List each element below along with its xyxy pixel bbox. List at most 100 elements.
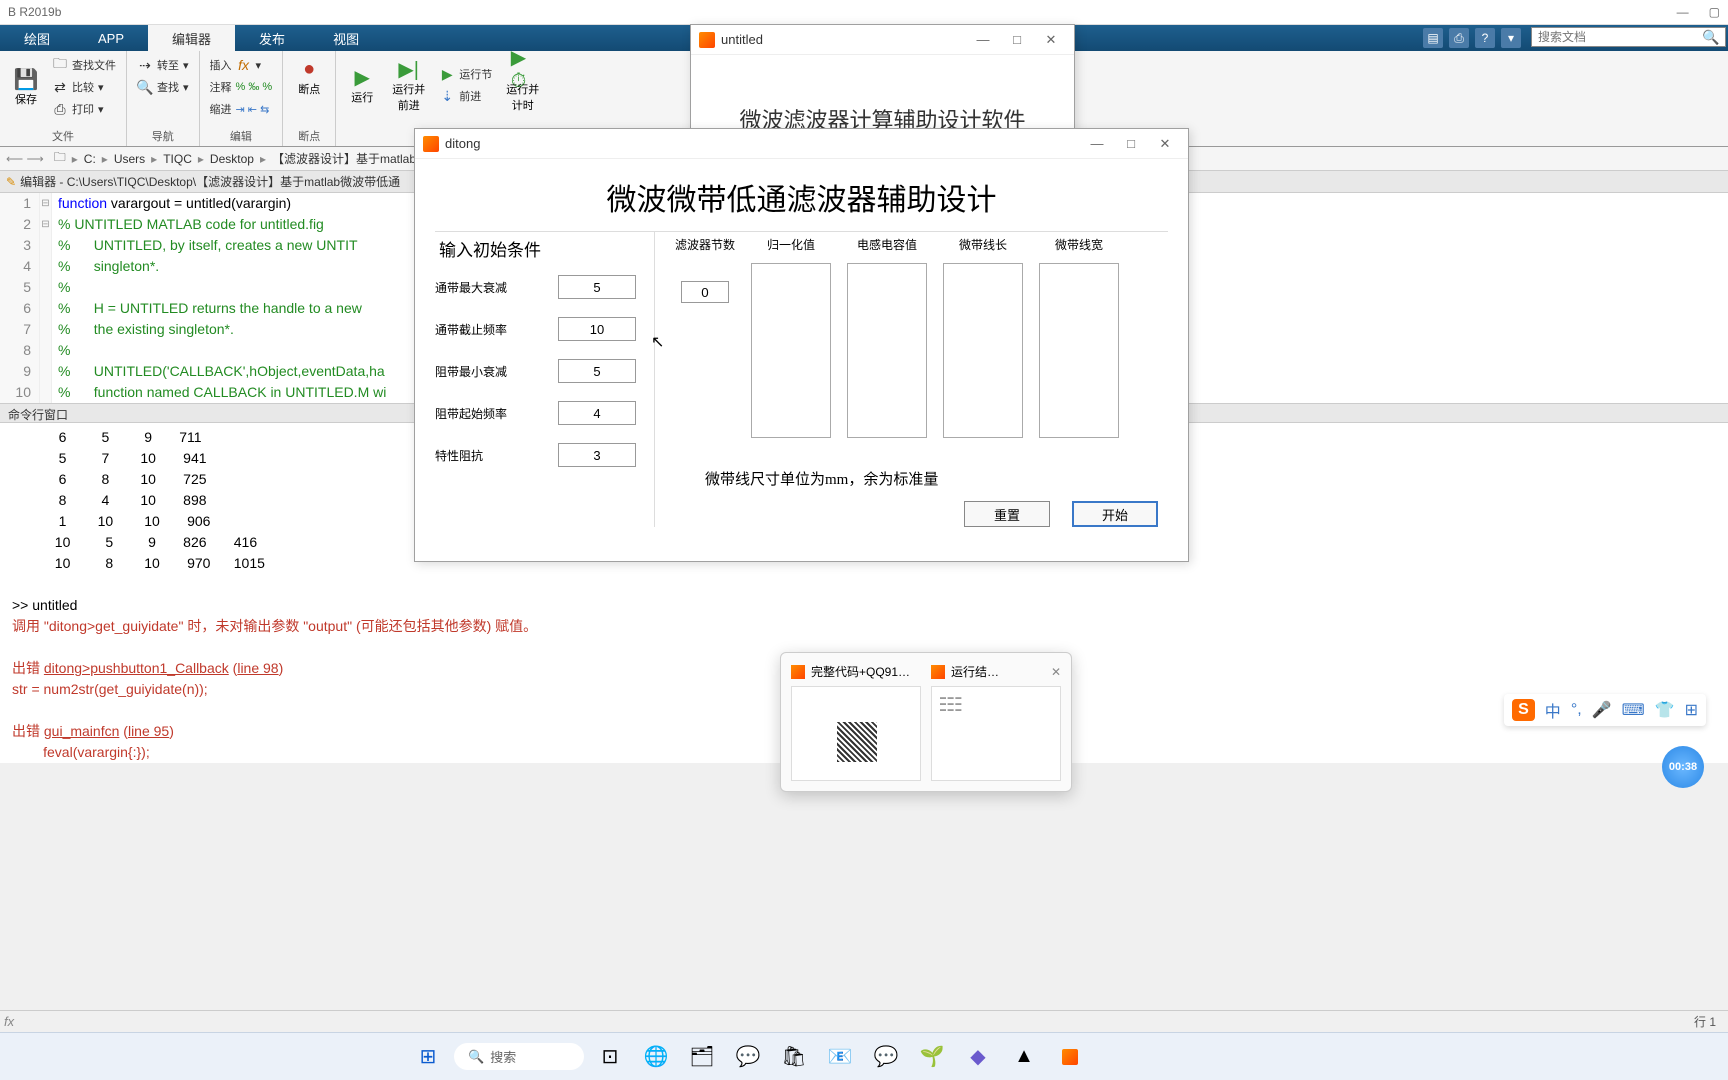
compare-button[interactable]: ⇄比较 ▾ (48, 77, 120, 97)
tab-plot[interactable]: 绘图 (0, 25, 74, 51)
window-ditong[interactable]: ditong — □ ✕ 微波微带低通滤波器辅助设计 输入初始条件 通带最大衰减… (414, 128, 1189, 562)
tab-app[interactable]: APP (74, 25, 148, 51)
field-input[interactable] (558, 443, 636, 467)
save-button[interactable]: 💾 保存 (6, 65, 46, 109)
window-untitled[interactable]: untitled — □ ✕ 微波滤波器计算辅助设计软件 (690, 24, 1075, 134)
matlab-icon[interactable] (1050, 1037, 1090, 1077)
tab-editor[interactable]: 编辑器 (148, 25, 235, 51)
preview-thumb[interactable]: ▬ ▬ ▬▬ ▬ ▬▬ ▬ ▬ (931, 686, 1061, 781)
sogou-logo-icon[interactable]: S (1512, 699, 1535, 721)
breadcrumb-seg[interactable]: 【滤波器设计】基于matlab (270, 150, 418, 167)
window-ditong-titlebar[interactable]: ditong — □ ✕ (415, 129, 1188, 159)
preview-thumb[interactable] (791, 686, 921, 781)
taskview-icon[interactable]: ⊡ (590, 1037, 630, 1077)
find-files-button[interactable]: 🗀查找文件 (48, 55, 120, 75)
app-icon[interactable]: ▲ (1004, 1037, 1044, 1077)
tab-view[interactable]: 视图 (309, 25, 383, 51)
minimize-icon[interactable]: — (968, 28, 998, 52)
run-advance-button[interactable]: ▶|运行并 前进 (384, 55, 433, 115)
shirt-icon[interactable]: 👕 (1655, 700, 1675, 720)
back-icon[interactable]: ⟵ ⟶ (6, 152, 52, 166)
wechat-icon[interactable]: 💬 (866, 1037, 906, 1077)
browser-icon[interactable]: 🌱 (912, 1037, 952, 1077)
ribbon-bp-label: 断点 (289, 128, 329, 144)
tab-publish[interactable]: 发布 (235, 25, 309, 51)
matlab-logo-icon (699, 32, 715, 48)
ime-lang-icon[interactable]: 中 (1545, 698, 1561, 722)
col-listbox[interactable] (847, 263, 927, 438)
field-input[interactable] (558, 401, 636, 425)
col-listbox[interactable] (943, 263, 1023, 438)
window-untitled-title: untitled (721, 32, 763, 47)
store-icon[interactable]: 🛍 (774, 1037, 814, 1077)
breakpoints-button[interactable]: ● 断点 (289, 55, 329, 99)
mail-icon[interactable]: 📧 (820, 1037, 860, 1077)
run-button[interactable]: ▶运行 (342, 63, 382, 107)
maximize-icon[interactable]: □ (1116, 132, 1146, 156)
chat-icon[interactable]: 💬 (728, 1037, 768, 1077)
keyboard-icon[interactable]: ⌨ (1622, 700, 1645, 720)
reset-button[interactable]: 重置 (964, 501, 1050, 527)
microphone-icon[interactable]: 🎤 (1592, 700, 1612, 720)
taskbar-preview[interactable]: 完整代码+QQ91… 运行结…✕ ▬ ▬ ▬▬ ▬ ▬▬ ▬ ▬ (780, 652, 1072, 792)
field-input[interactable] (558, 275, 636, 299)
advance-button[interactable]: ⇣前进 (435, 86, 496, 106)
print-button[interactable]: ⎙打印 ▾ (48, 99, 120, 119)
gui-col: 微带线宽 (1039, 236, 1119, 438)
window-untitled-titlebar[interactable]: untitled — □ ✕ (691, 25, 1074, 55)
maximize-icon[interactable]: □ (1002, 28, 1032, 52)
breadcrumb-seg[interactable]: C: (82, 152, 98, 166)
status-line: 行 1 (1694, 1013, 1716, 1030)
app-title: B R2019b (8, 5, 61, 19)
minimize-icon[interactable]: — (1677, 5, 1689, 19)
print-icon: ⎙ (52, 101, 68, 117)
taskbar-preview-item[interactable]: 运行结…✕ ▬ ▬ ▬▬ ▬ ▬▬ ▬ ▬ (931, 663, 1061, 781)
search-input[interactable] (1532, 30, 1702, 44)
col-label: 微带线长 (959, 236, 1007, 253)
col-nodecount-input[interactable] (681, 281, 729, 303)
gui-col: 滤波器节数 (675, 236, 735, 438)
col-listbox[interactable] (1039, 263, 1119, 438)
close-icon[interactable]: ✕ (1051, 665, 1061, 679)
close-icon[interactable]: ✕ (1036, 28, 1066, 52)
run-time-button[interactable]: ▶⏱运行并 计时 (498, 55, 547, 115)
help-icon[interactable]: ? (1475, 28, 1495, 48)
dropdown-icon[interactable]: ▾ (1501, 28, 1521, 48)
taskbar[interactable]: ⊞ 🔍 搜索 ⊡ 🌐 🗂 💬 🛍 📧 💬 🌱 ◆ ▲ (0, 1032, 1728, 1080)
edge-icon[interactable]: 🌐 (636, 1037, 676, 1077)
fx-icon: fx (236, 57, 252, 73)
start-button[interactable]: 开始 (1072, 501, 1158, 527)
indent-button[interactable]: 缩进 ⇥ ⇤ ⇆ (206, 99, 277, 119)
explorer-icon[interactable]: 🗂 (682, 1037, 722, 1077)
field-label: 通带截止频率 (435, 321, 507, 338)
taskbar-search[interactable]: 🔍 搜索 (454, 1043, 584, 1070)
recording-timer[interactable]: 00:38 (1662, 746, 1704, 788)
breadcrumb-seg[interactable]: Users (112, 152, 147, 166)
breadcrumb-seg[interactable]: Desktop (208, 152, 256, 166)
grid-icon[interactable]: ⊞ (1685, 700, 1698, 720)
layout-icon[interactable]: ▤ (1423, 28, 1443, 48)
ribbon-file-group: 💾 保存 🗀查找文件 ⇄比较 ▾ ⎙打印 ▾ 文件 (0, 51, 127, 146)
start-icon[interactable]: ⊞ (408, 1037, 448, 1077)
goto-button[interactable]: ⇢转至 ▾ (133, 55, 193, 75)
close-icon[interactable]: ✕ (1150, 132, 1180, 156)
insert-button[interactable]: 插入 fx ▾ (206, 55, 277, 75)
code-icon[interactable]: ◆ (958, 1037, 998, 1077)
run-section-button[interactable]: ▶运行节 (435, 64, 496, 84)
ime-toolbar[interactable]: S 中 °, 🎤 ⌨ 👕 ⊞ (1504, 694, 1706, 726)
gui-left-title: 输入初始条件 (435, 236, 636, 261)
search-icon[interactable]: 🔍 (1702, 29, 1723, 46)
print-icon[interactable]: ⎙ (1449, 28, 1469, 48)
find-button[interactable]: 🔍查找 ▾ (133, 77, 193, 97)
fold-gutter[interactable]: ⊟⊟ (40, 193, 52, 403)
col-listbox[interactable] (751, 263, 831, 438)
field-input[interactable] (558, 359, 636, 383)
field-input[interactable] (558, 317, 636, 341)
taskbar-preview-item[interactable]: 完整代码+QQ91… (791, 663, 921, 781)
ime-punct-icon[interactable]: °, (1571, 701, 1582, 719)
comment-button[interactable]: 注释 % ‰ % (206, 77, 277, 97)
maximize-icon[interactable]: ▢ (1709, 5, 1720, 19)
search-docs[interactable]: 🔍 (1531, 27, 1726, 47)
breadcrumb-seg[interactable]: TIQC (161, 152, 194, 166)
minimize-icon[interactable]: — (1082, 132, 1112, 156)
